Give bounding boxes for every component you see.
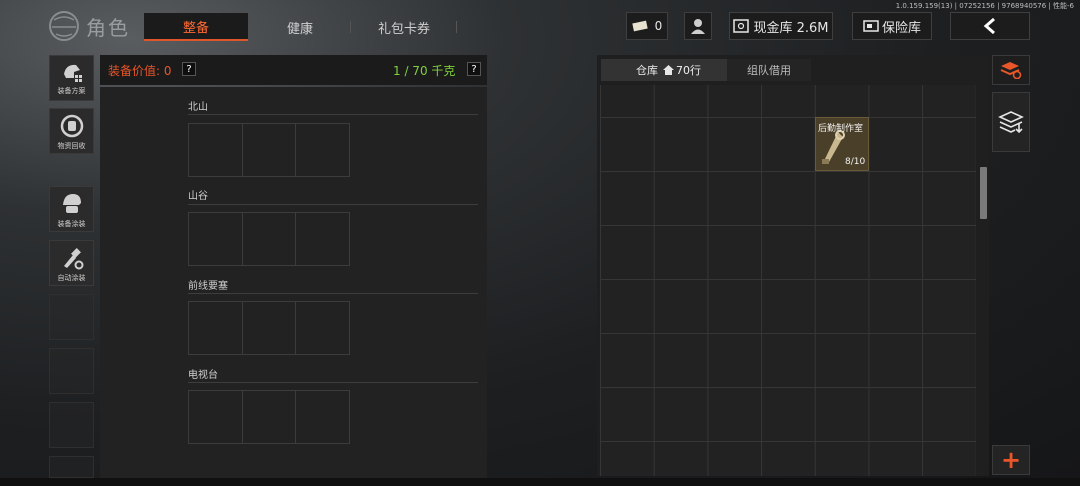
vault-icon [863,20,879,32]
tab-separator [456,21,457,33]
section-divider [188,382,478,383]
recycle-icon [60,114,83,138]
safe-box-button[interactable]: 保险库 [852,12,932,40]
recycle-label: 物资回收 [57,142,86,150]
key-icon [822,130,845,164]
back-button[interactable] [950,12,1030,40]
tab-warehouse[interactable]: 仓库 70行 [601,59,736,81]
weight-capacity: 1 / 70 千克 [393,64,456,78]
empty-side-slot [49,402,94,448]
paint-helmet-icon [62,194,81,213]
map-slot-grid[interactable] [188,123,350,177]
ticket-button[interactable]: 0 [626,12,668,40]
value-help-button[interactable]: ? [182,62,196,76]
recycle-button[interactable]: 物资回收 [49,108,94,154]
tab-health[interactable]: 健康 [256,13,344,41]
warehouse-layer-button[interactable] [992,92,1030,152]
warehouse-scrollbar[interactable] [980,167,987,219]
safe-box-label: 保险库 [881,20,921,36]
version-text: 1.0.159.159(13) | 07252156 | 9768940576 … [895,2,1074,10]
capacity-help-button[interactable]: ? [467,62,481,76]
auto-paint-icon [63,248,83,270]
operator-icon [691,19,705,34]
cash-vault-button[interactable]: 现金库 2.6M [729,12,833,40]
home-icon [663,65,674,75]
section-divider [188,293,478,294]
equipment-paint-label: 装备涂装 [57,220,86,228]
warehouse-rows: 70行 [676,64,701,77]
safe-icon [733,19,750,33]
equipment-paint-button[interactable]: 装备涂装 [49,186,94,232]
tab-prepare[interactable]: 整备 [144,13,248,41]
tab-separator [350,21,351,33]
loadout-icon [63,64,82,82]
section-title: 前线要塞 [188,281,228,292]
loadout-plan-label: 装备方案 [57,87,86,95]
loadout-plan-button[interactable]: 装备方案 [49,55,94,101]
item-name: 后勤制作室 [818,124,864,134]
auto-paint-button[interactable]: 自动涂装 [49,240,94,286]
warehouse-grid[interactable] [600,85,976,476]
map-slot-grid[interactable] [188,390,350,444]
cash-vault-label: 现金库 2.6M [753,20,829,36]
item-count: 8/10 [845,157,866,167]
map-slot-grid[interactable] [188,301,350,355]
ticket-count: 0 [654,19,663,33]
map-slot-grid[interactable] [188,212,350,266]
equipment-value: 装备价值: 0 [108,64,172,78]
section-title: 山谷 [188,191,208,202]
auto-paint-label: 自动涂装 [57,274,86,282]
stack-sort-icon [1000,62,1022,79]
page-title: 角色 [86,16,130,40]
layers-download-icon [998,111,1024,134]
empty-side-slot [49,456,94,478]
section-title: 北山 [188,102,208,113]
section-divider [188,114,478,115]
operator-button[interactable] [684,12,712,40]
add-row-button[interactable]: + [992,445,1030,475]
bottom-bar [0,478,1080,486]
tab-team-borrow[interactable]: 组队借用 [727,59,811,81]
ticket-icon [631,20,648,32]
section-divider [188,204,478,205]
chevron-left-icon [983,18,995,34]
sort-button[interactable] [992,55,1030,85]
warehouse-tab-label: 仓库 [636,64,658,77]
globe-logo-icon [49,11,79,41]
empty-side-slot [49,294,94,340]
section-title: 电视台 [188,370,218,381]
empty-side-slot [49,348,94,394]
tab-gift-packs[interactable]: 礼包卡券 [358,13,450,41]
